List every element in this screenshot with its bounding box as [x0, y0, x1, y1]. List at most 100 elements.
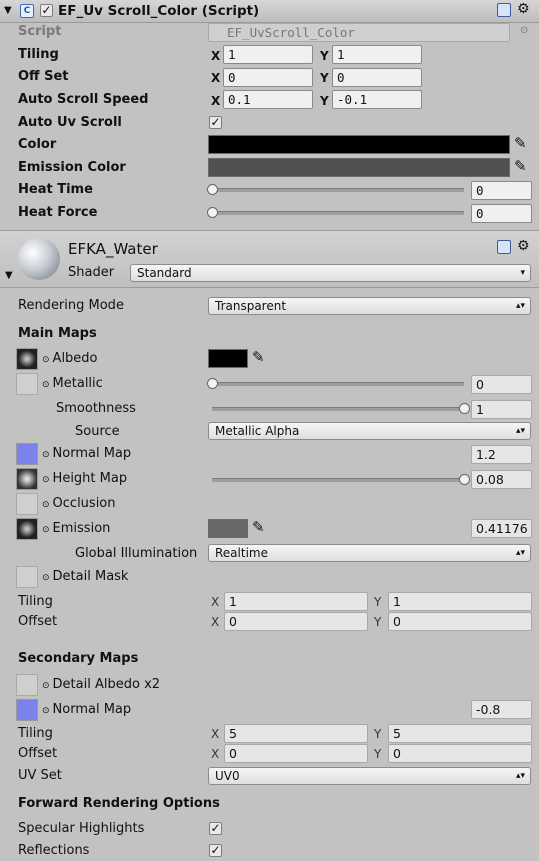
gear-icon[interactable]: ⚙ [517, 1, 530, 17]
detail-mask-label: ⊙ Detail Mask [42, 569, 129, 584]
heat-force-slider-knob[interactable] [207, 207, 218, 218]
object-picker-icon[interactable]: ⊙ [42, 525, 50, 535]
eyedropper-icon[interactable]: ✎ [252, 518, 265, 536]
tiling-y-field[interactable]: 1 [388, 592, 532, 611]
object-picker-icon[interactable]: ⊙ [520, 25, 528, 36]
height-map-label: ⊙ Height Map [42, 471, 128, 486]
normal-map-field[interactable]: 1.2 [471, 445, 532, 464]
emission-color-swatch[interactable] [208, 519, 248, 538]
uv-set-dropdown[interactable]: UV0 ▴▾ [208, 767, 531, 785]
offset-x-field[interactable]: 0 [224, 612, 368, 631]
detail-albedo-texture-slot[interactable] [16, 674, 38, 696]
heat-force-slider-track[interactable] [212, 211, 464, 215]
secondary-tiling-label: Tiling [18, 726, 53, 741]
smoothness-slider-track[interactable] [212, 407, 464, 411]
script-field[interactable]: EF_UvScroll_Color [208, 23, 510, 42]
eyedropper-icon[interactable]: ✎ [252, 348, 265, 366]
heat-force-label: Heat Force [18, 205, 98, 220]
metallic-field[interactable]: 0 [471, 375, 532, 394]
material-name: EFKA_Water [68, 240, 158, 258]
object-picker-icon[interactable]: ⊙ [42, 681, 50, 691]
secondary-offset-y-field[interactable]: 0 [388, 744, 532, 763]
axis-y-label: Y [320, 49, 329, 63]
object-picker-icon[interactable]: ⊙ [42, 573, 50, 583]
main-maps-heading: Main Maps [18, 326, 97, 341]
smoothness-slider-knob[interactable] [459, 403, 470, 414]
height-map-slider-track[interactable] [212, 478, 464, 482]
specular-highlights-checkbox[interactable]: ✓ [209, 822, 222, 835]
object-picker-icon[interactable]: ⊙ [42, 450, 50, 460]
help-book-icon[interactable] [497, 3, 511, 17]
object-picker-icon[interactable]: ⊙ [42, 475, 50, 485]
global-illumination-dropdown[interactable]: Realtime ▴▾ [208, 544, 531, 562]
offset-label: Off Set [18, 69, 69, 84]
foldout-arrow-icon[interactable]: ▼ [4, 5, 12, 16]
eyedropper-icon[interactable]: ✎ [514, 134, 527, 152]
auto-uv-scroll-checkbox[interactable]: ✓ [209, 116, 222, 129]
object-picker-icon[interactable]: ⊙ [42, 706, 50, 716]
help-book-icon[interactable] [497, 240, 511, 254]
secondary-maps-heading: Secondary Maps [18, 651, 139, 666]
normal-map-label: ⊙ Normal Map [42, 446, 132, 461]
object-picker-icon[interactable]: ⊙ [42, 380, 50, 390]
albedo-color-swatch[interactable] [208, 349, 248, 368]
color-swatch[interactable] [208, 135, 510, 154]
secondary-normal-map-label: ⊙ Normal Map [42, 702, 132, 717]
secondary-tiling-y-field[interactable]: 5 [388, 724, 532, 743]
scroll-speed-x-field[interactable]: 0.1 [223, 90, 313, 109]
scroll-speed-y-field[interactable]: -0.1 [332, 90, 422, 109]
heat-force-field[interactable]: 0 [471, 204, 532, 223]
secondary-normal-map-field[interactable]: -0.8 [471, 700, 532, 719]
occlusion-texture-slot[interactable] [16, 493, 38, 515]
object-picker-icon[interactable]: ⊙ [42, 500, 50, 510]
emission-label: ⊙ Emission [42, 521, 111, 536]
script-icon: C [20, 4, 34, 18]
albedo-label: ⊙ Albedo [42, 351, 98, 366]
tiling-x-field[interactable]: 1 [224, 592, 368, 611]
albedo-texture-thumb[interactable] [16, 348, 38, 370]
height-map-texture-thumb[interactable] [16, 468, 38, 490]
height-map-field[interactable]: 0.08 [471, 470, 532, 489]
gear-icon[interactable]: ⚙ [517, 238, 530, 254]
secondary-normal-map-texture-thumb[interactable] [16, 699, 38, 721]
emission-texture-thumb[interactable] [16, 518, 38, 540]
object-picker-icon[interactable]: ⊙ [42, 355, 50, 365]
smoothness-field[interactable]: 1 [471, 400, 532, 419]
component-title: EF_Uv Scroll_Color (Script) [58, 3, 260, 19]
axis-x-label: X [211, 94, 221, 108]
secondary-offset-x-field[interactable]: 0 [224, 744, 368, 763]
metallic-slider-knob[interactable] [207, 378, 218, 389]
tiling-y-field[interactable]: 1 [332, 45, 422, 64]
axis-x-label: X [211, 49, 221, 63]
auto-uv-scroll-label: Auto Uv Scroll [18, 115, 122, 130]
offset-x-field[interactable]: 0 [223, 68, 313, 87]
reflections-checkbox[interactable]: ✓ [209, 844, 222, 857]
axis-y-label: Y [374, 595, 382, 609]
metallic-slider-track[interactable] [212, 382, 464, 386]
uv-set-label: UV Set [18, 768, 62, 783]
secondary-tiling-x-field[interactable]: 5 [224, 724, 368, 743]
offset-y-field[interactable]: 0 [388, 612, 532, 631]
emission-color-swatch[interactable] [208, 158, 510, 177]
source-dropdown[interactable]: Metallic Alpha ▴▾ [208, 422, 531, 440]
tiling-label: Tiling [18, 47, 59, 62]
detail-mask-texture-slot[interactable] [16, 566, 38, 588]
eyedropper-icon[interactable]: ✎ [514, 157, 527, 175]
tiling-x-field[interactable]: 1 [223, 45, 313, 64]
source-label: Source [75, 424, 120, 439]
rendering-mode-dropdown[interactable]: Transparent ▴▾ [208, 297, 531, 315]
height-map-slider-knob[interactable] [459, 474, 470, 485]
normal-map-texture-thumb[interactable] [16, 443, 38, 465]
heat-time-field[interactable]: 0 [471, 181, 532, 200]
heat-time-slider-knob[interactable] [207, 184, 218, 195]
foldout-arrow-icon[interactable]: ▼ [5, 270, 13, 281]
component-enabled-checkbox[interactable]: ✓ [40, 4, 53, 17]
metallic-texture-slot[interactable] [16, 373, 38, 395]
heat-time-slider-track[interactable] [212, 188, 464, 192]
emission-intensity-field[interactable]: 0.41176 [471, 519, 532, 538]
axis-y-label: Y [374, 615, 382, 629]
shader-dropdown[interactable]: Standard ▾ [130, 264, 531, 282]
axis-y-label: Y [320, 71, 329, 85]
axis-x-label: X [211, 71, 221, 85]
offset-y-field[interactable]: 0 [332, 68, 422, 87]
